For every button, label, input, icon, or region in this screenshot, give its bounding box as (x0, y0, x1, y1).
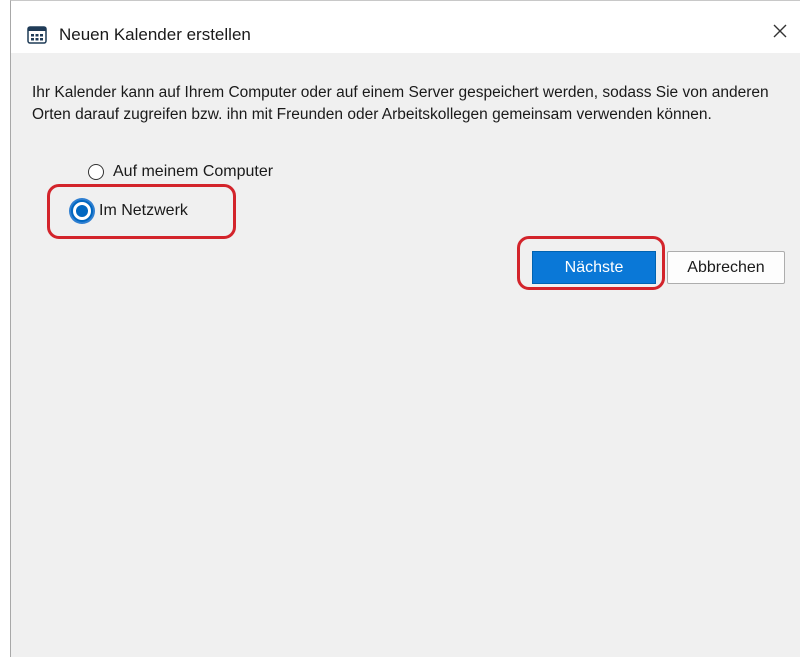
next-button[interactable]: Nächste (532, 251, 656, 284)
radio-option-local[interactable]: Auf meinem Computer (88, 163, 273, 181)
close-button[interactable] (760, 16, 800, 50)
calendar-icon (27, 26, 47, 44)
radio-button-local[interactable] (88, 164, 104, 180)
title-bar: Neuen Kalender erstellen (11, 1, 800, 53)
dialog-window: Neuen Kalender erstellen Ihr Kalender ka… (10, 0, 800, 657)
radio-option-network[interactable]: Im Netzwerk (71, 200, 188, 222)
radio-label-network: Im Netzwerk (99, 202, 188, 219)
radio-label-local: Auf meinem Computer (113, 163, 274, 180)
cancel-button[interactable]: Abbrechen (667, 251, 785, 284)
close-icon (772, 23, 788, 44)
dialog-description: Ihr Kalender kann auf Ihrem Computer ode… (32, 84, 769, 123)
radio-button-network[interactable] (71, 200, 93, 222)
dialog-title: Neuen Kalender erstellen (59, 25, 251, 44)
